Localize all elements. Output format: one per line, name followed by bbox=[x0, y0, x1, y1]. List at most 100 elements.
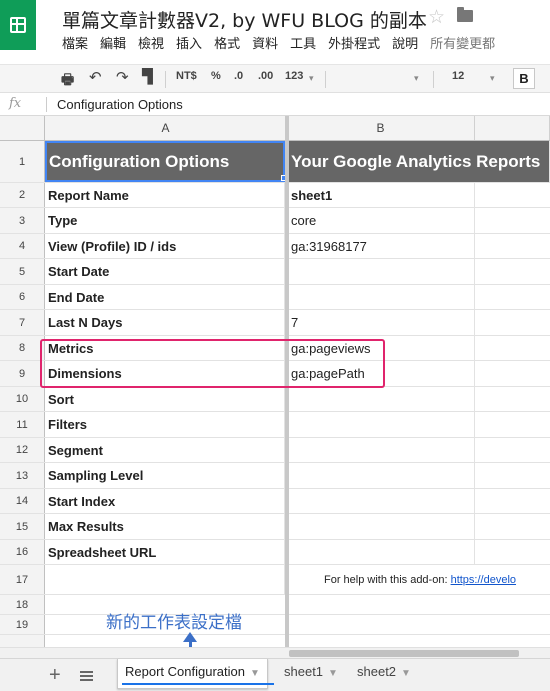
folder-icon[interactable] bbox=[457, 7, 473, 22]
redo-icon[interactable]: ↷ bbox=[116, 68, 129, 86]
cell-a13[interactable]: Sampling Level bbox=[45, 463, 285, 488]
cell-a7[interactable]: Last N Days bbox=[45, 310, 285, 335]
row-number[interactable]: 14 bbox=[0, 489, 45, 513]
menu-edit[interactable]: 編輯 bbox=[100, 33, 126, 52]
row-number[interactable]: 15 bbox=[0, 514, 45, 539]
row-number[interactable]: 4 bbox=[0, 234, 45, 258]
menu-help[interactable]: 說明 bbox=[392, 33, 418, 52]
cell-b1[interactable]: Your Google Analytics Reports bbox=[289, 141, 550, 182]
row-number[interactable]: 13 bbox=[0, 463, 45, 488]
paint-format-icon[interactable]: ▜ bbox=[142, 68, 153, 85]
row-number[interactable]: 5 bbox=[0, 259, 45, 284]
formula-input[interactable]: Configuration Options bbox=[57, 97, 183, 112]
horizontal-scrollbar[interactable] bbox=[0, 647, 550, 658]
scrollbar-thumb[interactable] bbox=[289, 650, 519, 657]
row-number[interactable]: 8 bbox=[0, 336, 45, 360]
cell-b7[interactable]: 7 bbox=[289, 310, 475, 335]
cell-b8[interactable]: ga:pageviews bbox=[289, 336, 475, 360]
tab-sheet1[interactable]: sheet1 ▼ bbox=[277, 659, 345, 689]
chevron-down-icon[interactable]: ▼ bbox=[401, 668, 411, 679]
cell-a5[interactable]: Start Date bbox=[45, 259, 285, 284]
star-icon[interactable]: ☆ bbox=[428, 6, 445, 29]
currency-format-button[interactable]: NT$ bbox=[176, 70, 197, 82]
cell-a17[interactable] bbox=[45, 565, 285, 594]
cell-a12[interactable]: Segment bbox=[45, 438, 285, 462]
cell-b5[interactable] bbox=[289, 259, 475, 284]
cell-a10[interactable]: Sort bbox=[45, 387, 285, 411]
menu-format[interactable]: 格式 bbox=[214, 33, 240, 52]
bold-button[interactable]: B bbox=[513, 68, 535, 89]
help-text-cell[interactable]: For help with this add-on: https://devel… bbox=[289, 565, 550, 594]
row-number[interactable]: 1 bbox=[0, 141, 45, 182]
cell-b16[interactable] bbox=[289, 540, 475, 564]
row-number[interactable]: 9 bbox=[0, 361, 45, 386]
font-size-caret-icon[interactable]: ▾ bbox=[490, 73, 495, 84]
row-number[interactable]: 7 bbox=[0, 310, 45, 335]
row-number[interactable]: 12 bbox=[0, 438, 45, 462]
cell-b11[interactable] bbox=[289, 412, 475, 437]
row-number[interactable]: 11 bbox=[0, 412, 45, 437]
cell-a4[interactable]: View (Profile) ID / ids bbox=[45, 234, 285, 258]
cell-b14[interactable] bbox=[289, 489, 475, 513]
cell-a14[interactable]: Start Index bbox=[45, 489, 285, 513]
last-edit-status[interactable]: 所有變更都 bbox=[430, 33, 495, 52]
chevron-down-icon[interactable]: ▼ bbox=[250, 668, 260, 679]
row-number[interactable]: 18 bbox=[0, 595, 45, 614]
percent-format-button[interactable]: % bbox=[211, 70, 221, 82]
row-number[interactable]: 19 bbox=[0, 615, 45, 634]
chevron-down-icon[interactable]: ▼ bbox=[328, 668, 338, 679]
menu-addons[interactable]: 外掛程式 bbox=[328, 33, 380, 52]
cell-a8[interactable]: Metrics bbox=[45, 336, 285, 360]
undo-icon[interactable]: ↶ bbox=[89, 68, 102, 86]
more-formats-caret-icon[interactable]: ▾ bbox=[309, 73, 314, 84]
cell-b13[interactable] bbox=[289, 463, 475, 488]
row-number[interactable]: 10 bbox=[0, 387, 45, 411]
font-size-select[interactable]: 12 bbox=[452, 70, 464, 82]
column-header-b[interactable]: B bbox=[287, 116, 475, 140]
cell-a3[interactable]: Type bbox=[45, 208, 285, 233]
row-number[interactable]: 17 bbox=[0, 565, 45, 594]
row-number[interactable]: 3 bbox=[0, 208, 45, 233]
cell-b12[interactable] bbox=[289, 438, 475, 462]
cell-b3[interactable]: core bbox=[289, 208, 475, 233]
font-family-caret-icon[interactable]: ▾ bbox=[414, 73, 419, 84]
cell-b10[interactable] bbox=[289, 387, 475, 411]
cell-a2[interactable]: Report Name bbox=[45, 183, 285, 207]
menu-file[interactable]: 檔案 bbox=[62, 33, 88, 52]
cell-b9[interactable]: ga:pagePath bbox=[289, 361, 475, 386]
increase-decimal-button[interactable]: .00 bbox=[258, 70, 273, 82]
table-row: 6 End Date bbox=[0, 285, 550, 310]
add-sheet-icon[interactable]: + bbox=[49, 665, 61, 685]
cell-a9[interactable]: Dimensions bbox=[45, 361, 285, 386]
select-all-corner[interactable] bbox=[0, 116, 45, 140]
menu-view[interactable]: 檢視 bbox=[138, 33, 164, 52]
menu-tools[interactable]: 工具 bbox=[290, 33, 316, 52]
help-link[interactable]: https://develo bbox=[451, 574, 516, 586]
menu-data[interactable]: 資料 bbox=[252, 33, 278, 52]
frozen-column-divider[interactable] bbox=[285, 116, 289, 658]
cell-a15[interactable]: Max Results bbox=[45, 514, 285, 539]
decrease-decimal-button[interactable]: .0 bbox=[234, 70, 243, 82]
tab-sheet2[interactable]: sheet2 ▼ bbox=[350, 659, 418, 689]
cell-a16[interactable]: Spreadsheet URL bbox=[45, 540, 285, 564]
cell-b4[interactable]: ga:31968177 bbox=[289, 234, 475, 258]
sheets-home-button[interactable] bbox=[0, 0, 36, 50]
column-header-c[interactable] bbox=[475, 116, 550, 140]
row-number[interactable]: 16 bbox=[0, 540, 45, 564]
cell-b15[interactable] bbox=[289, 514, 475, 539]
row-number[interactable]: 6 bbox=[0, 285, 45, 309]
table-row: 15 Max Results bbox=[0, 514, 550, 540]
document-title[interactable]: 單篇文章計數器V2, by WFU BLOG 的副本 bbox=[62, 6, 427, 33]
row-number[interactable]: 2 bbox=[0, 183, 45, 207]
column-header-a[interactable]: A bbox=[45, 116, 287, 140]
all-sheets-icon[interactable] bbox=[80, 671, 93, 681]
more-formats-button[interactable]: 123 bbox=[285, 70, 303, 82]
cell-a11[interactable]: Filters bbox=[45, 412, 285, 437]
cell-a6[interactable]: End Date bbox=[45, 285, 285, 309]
cell-b2[interactable]: sheet1 bbox=[289, 183, 475, 207]
menu-insert[interactable]: 插入 bbox=[176, 33, 202, 52]
cell-a1[interactable]: Configuration Options bbox=[45, 141, 285, 182]
cell-b6[interactable] bbox=[289, 285, 475, 309]
table-row: 13 Sampling Level bbox=[0, 463, 550, 489]
print-icon[interactable]: 🖶 bbox=[61, 69, 74, 93]
